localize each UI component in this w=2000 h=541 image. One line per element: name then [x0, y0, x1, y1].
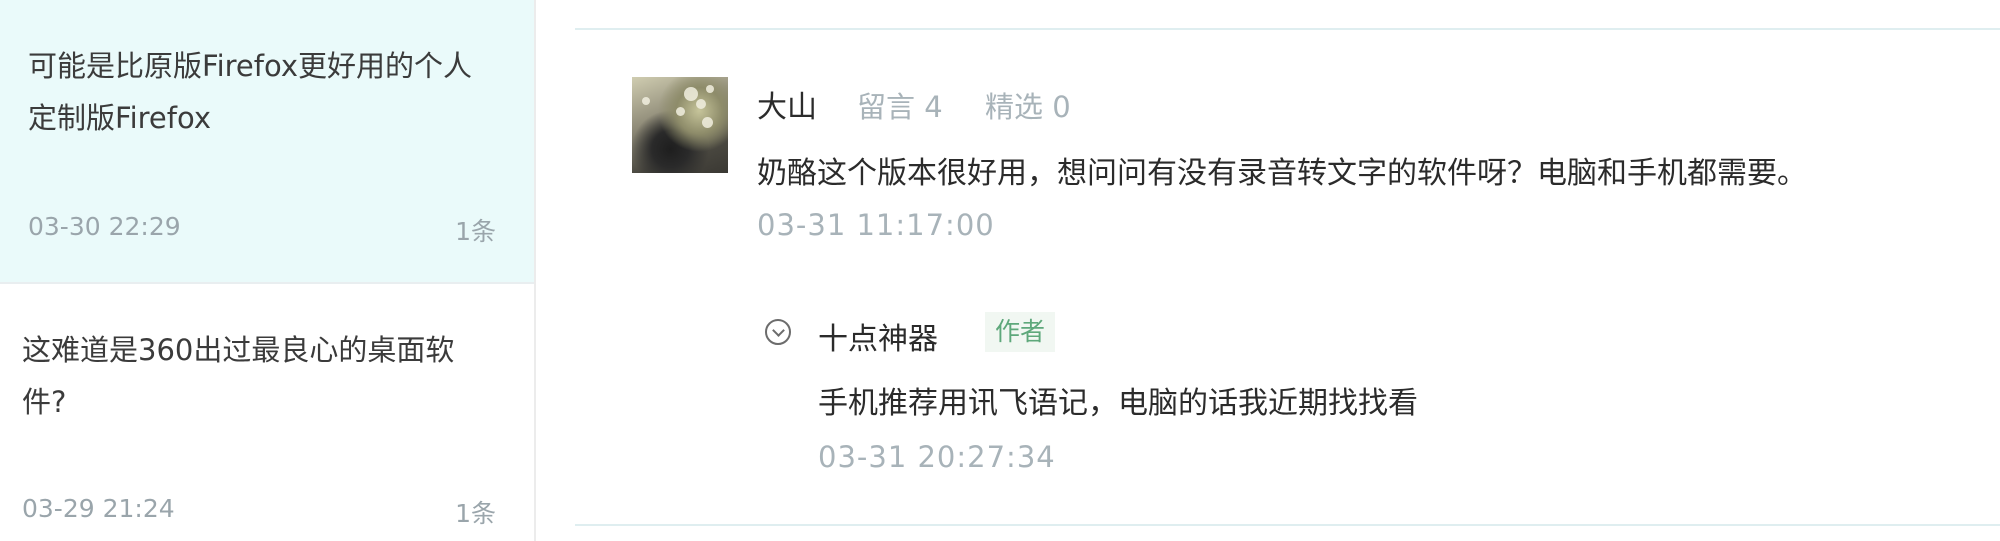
article-comment-count: 1条	[455, 217, 496, 246]
comment-user-name[interactable]: 大山	[757, 82, 817, 126]
user-featured-count: 精选 0	[985, 90, 1071, 124]
article-title: 这难道是360出过最良心的桌面软件?	[22, 333, 455, 419]
user-messages-count: 留言 4	[857, 90, 943, 124]
article-date: 03-29 21:24	[22, 494, 175, 523]
avatar[interactable]	[632, 77, 728, 173]
divider-bottom	[575, 524, 2000, 526]
article-item[interactable]: 这难道是360出过最良心的桌面软件? 03-29 21:24 1条	[0, 284, 534, 541]
reply-timestamp: 03-31 20:27:34	[818, 440, 1056, 474]
reply-author-name: 十点神器	[818, 322, 938, 357]
divider-top	[575, 28, 2000, 30]
comment-text: 奶酪这个版本很好用，想问问有没有录音转文字的软件呀？电脑和手机都需要。	[757, 156, 1807, 191]
article-title: 可能是比原版Firefox更好用的个人定制版Firefox	[28, 49, 472, 135]
comment-timestamp: 03-31 11:17:00	[757, 208, 995, 242]
article-item[interactable]: 可能是比原版Firefox更好用的个人定制版Firefox 03-30 22:2…	[0, 0, 534, 282]
article-list: 可能是比原版Firefox更好用的个人定制版Firefox 03-30 22:2…	[0, 0, 536, 541]
article-comment-count: 1条	[455, 499, 496, 528]
article-date: 03-30 22:29	[28, 212, 181, 241]
chevron-circle-down-icon[interactable]	[765, 319, 791, 345]
reply-text: 手机推荐用讯飞语记，电脑的话我近期找找看	[818, 386, 1418, 421]
author-badge: 作者	[985, 312, 1056, 352]
